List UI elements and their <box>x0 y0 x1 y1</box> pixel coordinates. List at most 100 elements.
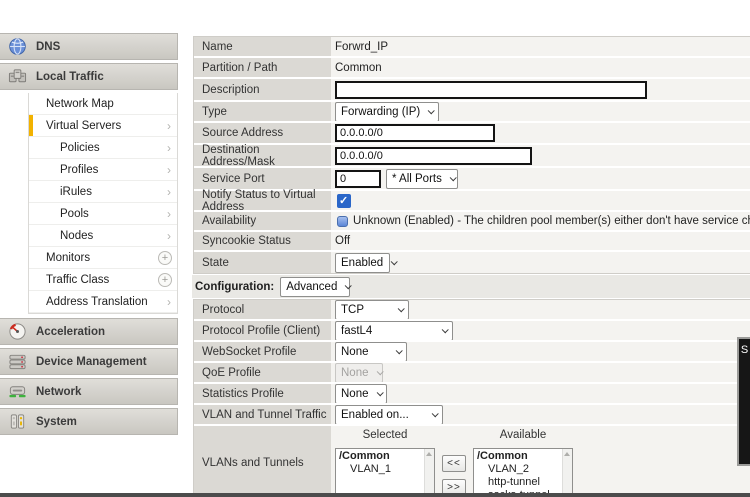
listbox-item[interactable]: VLAN_2 <box>474 463 562 476</box>
type-select[interactable]: Forwarding (IP) <box>335 102 439 121</box>
chevron-down-icon <box>428 107 435 114</box>
listbox-item[interactable]: VLAN_1 <box>336 463 424 476</box>
chevron-down-icon <box>396 347 403 354</box>
partition-label: Partition / Path <box>194 58 331 77</box>
row-vlan-tunnel-traffic: VLAN and Tunnel Traffic Enabled on... <box>194 405 750 426</box>
row-syncookie: Syncookie Status Off <box>194 232 750 252</box>
service-port-input[interactable] <box>335 170 381 188</box>
sidebar-item-label: Address Translation <box>46 296 148 308</box>
destination-address-input[interactable] <box>335 147 532 165</box>
local-traffic-submenu: Network Map Virtual Servers Policies Pro… <box>28 93 178 314</box>
protocol-profile-client-select[interactable]: fastL4 <box>335 321 453 340</box>
sidebar-item-label: Nodes <box>60 230 93 242</box>
servers-icon <box>7 67 27 87</box>
chevron-down-icon <box>391 258 398 265</box>
sidebar-item-profiles[interactable]: Profiles <box>29 159 177 181</box>
sidebar-item-label: Traffic Class <box>46 274 109 286</box>
configuration-label: Configuration: <box>195 281 274 293</box>
move-to-selected-button[interactable]: << <box>442 455 466 472</box>
source-address-label: Source Address <box>194 123 331 143</box>
chevron-down-icon <box>432 410 439 417</box>
sidebar-section-device-management[interactable]: Device Management <box>0 348 178 375</box>
selected-listbox[interactable]: /Common VLAN_1 <box>335 448 435 497</box>
sidebar-section-acceleration[interactable]: Acceleration <box>0 318 178 345</box>
availability-label: Availability <box>194 212 331 230</box>
sidebar-item-traffic-class[interactable]: Traffic Class <box>29 269 177 291</box>
websocket-profile-select[interactable]: None <box>335 342 407 361</box>
general-properties-table: Name Forwrd_IP Partition / Path Common D… <box>193 36 750 274</box>
sidebar-section-label: Local Traffic <box>36 71 104 83</box>
service-port-type-select[interactable]: * All Ports <box>386 169 458 189</box>
row-protocol-profile-client: Protocol Profile (Client) fastL4 <box>194 321 750 342</box>
sidebar-item-monitors[interactable]: Monitors <box>29 247 177 269</box>
available-listbox[interactable]: /Common VLAN_2 http-tunnel socks-tunnel <box>473 448 573 497</box>
sidebar-item-pools[interactable]: Pools <box>29 203 177 225</box>
listbox-item[interactable]: http-tunnel <box>474 476 562 489</box>
row-qoe-profile: QoE Profile None <box>194 363 750 384</box>
gauge-icon <box>7 322 27 342</box>
websocket-profile-value: None <box>341 346 369 358</box>
vlan-tunnel-traffic-label: VLAN and Tunnel Traffic <box>194 405 331 424</box>
name-value: Forwrd_IP <box>335 41 388 53</box>
protocol-profile-client-value: fastL4 <box>341 325 372 337</box>
dual-list-headers: Selected Available <box>335 429 573 441</box>
sidebar: DNS Local Traffic Network Map Virtual Se… <box>0 33 178 438</box>
listbox-item[interactable]: /Common <box>336 450 424 463</box>
chevron-right-icon <box>167 231 171 241</box>
chevron-right-icon <box>167 209 171 219</box>
chevron-right-icon <box>167 187 171 197</box>
sidebar-section-label: Device Management <box>36 356 147 368</box>
protocol-select[interactable]: TCP <box>335 300 409 319</box>
sidebar-item-label: Pools <box>60 208 89 220</box>
listbox-scrollbar[interactable] <box>562 449 572 497</box>
websocket-profile-label: WebSocket Profile <box>194 342 331 361</box>
statistics-profile-select[interactable]: None <box>335 384 387 403</box>
protocol-select-value: TCP <box>341 304 364 316</box>
sidebar-item-network-map[interactable]: Network Map <box>29 93 177 115</box>
globe-icon <box>7 37 27 57</box>
clipped-side-panel-text: S <box>741 344 748 356</box>
selected-header: Selected <box>335 429 435 441</box>
configuration-strip: Configuration: Advanced <box>192 275 750 298</box>
vlan-tunnel-traffic-select[interactable]: Enabled on... <box>335 405 443 424</box>
listbox-scrollbar[interactable] <box>424 449 434 497</box>
sidebar-section-label: Network <box>36 386 81 398</box>
sidebar-item-nodes[interactable]: Nodes <box>29 225 177 247</box>
sidebar-item-virtual-servers[interactable]: Virtual Servers <box>29 115 177 137</box>
syncookie-label: Syncookie Status <box>194 232 331 250</box>
sidebar-section-system[interactable]: System <box>0 408 178 435</box>
move-buttons: << >> <box>442 455 466 496</box>
device-stack-icon <box>7 352 27 372</box>
sidebar-section-network[interactable]: Network <box>0 378 178 405</box>
notify-status-checkbox[interactable] <box>337 194 351 208</box>
scroll-up-icon[interactable] <box>426 452 432 456</box>
sidebar-item-label: iRules <box>60 186 92 198</box>
chevron-down-icon <box>376 368 383 375</box>
source-address-input[interactable] <box>335 124 495 142</box>
syncookie-value: Off <box>335 235 350 247</box>
sidebar-section-dns[interactable]: DNS <box>0 33 178 60</box>
name-label: Name <box>194 37 331 56</box>
plus-circle-icon[interactable] <box>158 273 172 287</box>
row-type: Type Forwarding (IP) <box>194 102 750 123</box>
scroll-up-icon[interactable] <box>564 452 570 456</box>
chevron-right-icon <box>167 297 171 307</box>
sidebar-item-irules[interactable]: iRules <box>29 181 177 203</box>
row-vlans-tunnels: VLANs and Tunnels Selected Available /Co… <box>194 426 750 497</box>
clipped-side-panel[interactable]: S <box>737 337 750 466</box>
available-header: Available <box>473 429 573 441</box>
partition-value: Common <box>335 62 382 74</box>
configuration-level-select[interactable]: Advanced <box>280 277 350 297</box>
plus-circle-icon[interactable] <box>158 251 172 265</box>
sidebar-section-local-traffic[interactable]: Local Traffic <box>0 63 178 90</box>
sidebar-item-policies[interactable]: Policies <box>29 137 177 159</box>
sidebar-item-address-translation[interactable]: Address Translation <box>29 291 177 313</box>
system-switches-icon <box>7 412 27 432</box>
type-label: Type <box>194 102 331 121</box>
vlan-tunnel-traffic-value: Enabled on... <box>341 409 409 421</box>
bottom-taskbar-edge <box>0 493 750 497</box>
listbox-item[interactable]: /Common <box>474 450 562 463</box>
chevron-down-icon <box>442 326 449 333</box>
description-input[interactable] <box>335 81 647 99</box>
state-select[interactable]: Enabled <box>335 253 390 273</box>
